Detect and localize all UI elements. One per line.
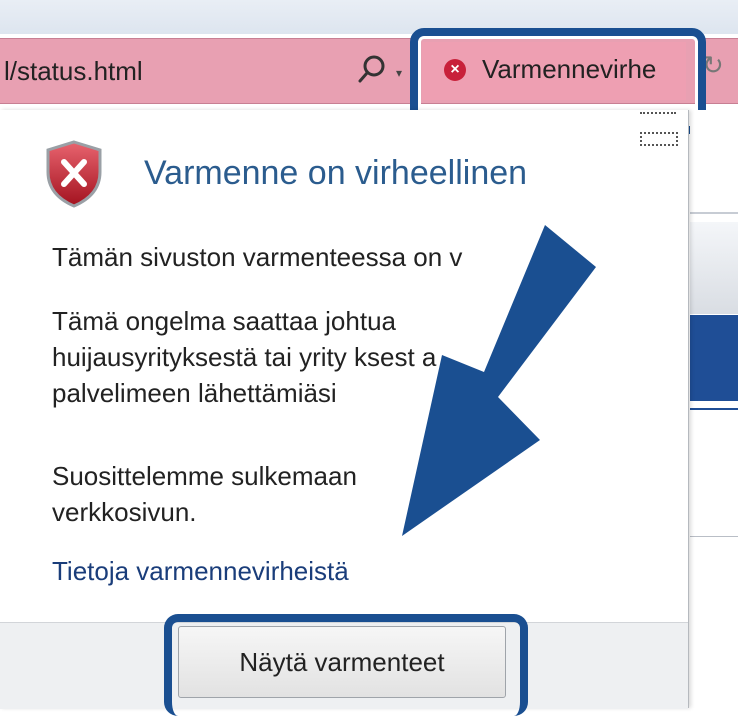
- learn-more-link[interactable]: Tietoja varmennevirheistä: [52, 556, 349, 587]
- focus-dots: [640, 104, 676, 114]
- url-text[interactable]: l/status.html: [4, 56, 143, 87]
- dropdown-arrow-icon[interactable]: ▾: [396, 66, 402, 80]
- shield-error-icon: [46, 140, 102, 208]
- focus-dots: [640, 132, 678, 146]
- search-icon[interactable]: [352, 52, 392, 88]
- highlight-frame-view-certificates: [164, 614, 528, 716]
- popup-message-line: huijausyrityksestä tai yrity ksest a: [52, 342, 437, 372]
- page-divider: [690, 536, 738, 537]
- popup-title: Varmenne on virheellinen: [144, 154, 528, 192]
- page-divider: [690, 408, 738, 410]
- popup-message-line: palvelimeen lähettämiäsi: [52, 378, 337, 408]
- popup-recommendation: Suosittelemme sulkemaan verkkosivun.: [52, 458, 357, 530]
- popup-message-line: Tämä ongelma saattaa johtua: [52, 306, 396, 336]
- popup-message-line: Suosittelemme sulkemaan: [52, 461, 357, 491]
- popup-message-line: verkkosivun.: [52, 497, 197, 527]
- page-header-band: [690, 222, 738, 314]
- popup-message: Tämän sivuston varmenteessa on v: [52, 242, 463, 272]
- page-divider: [690, 212, 738, 214]
- page-nav-band: [690, 315, 738, 401]
- popup-message-detail: Tämä ongelma saattaa johtua huijausyrity…: [52, 303, 436, 411]
